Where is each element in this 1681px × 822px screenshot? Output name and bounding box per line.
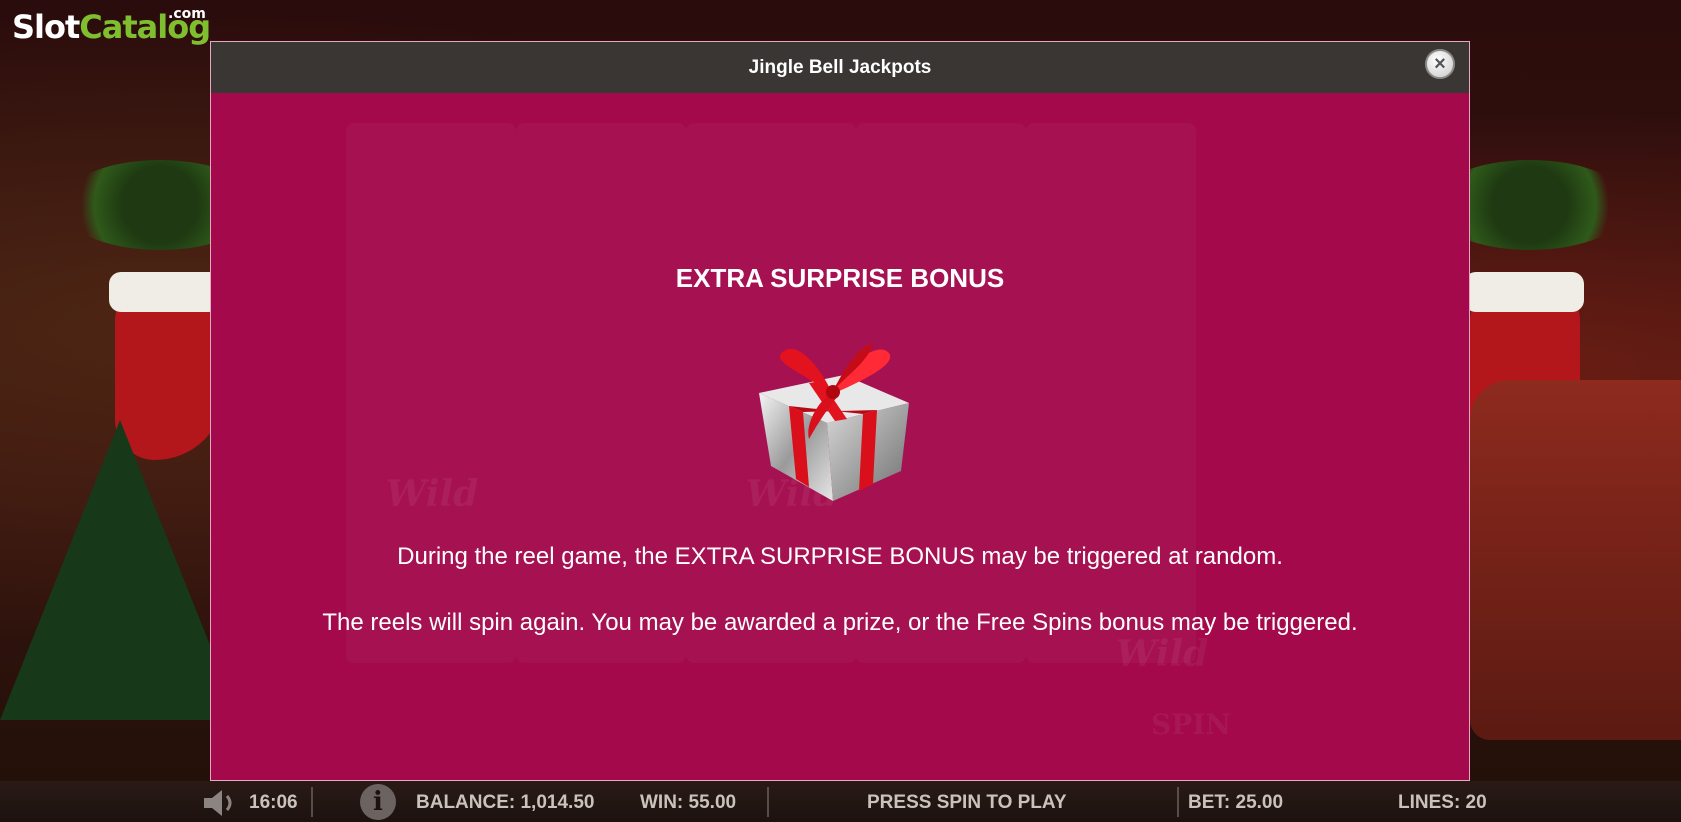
spin-button-ghost: SPIN: [1151, 708, 1231, 741]
clock-time: 16:06: [249, 792, 298, 813]
logo-com-text: .com: [168, 6, 206, 22]
description-paragraph: The reels will spin again. You may be aw…: [322, 609, 1358, 636]
dialog-title: Jingle Bell Jackpots: [748, 56, 932, 78]
reel-ghost: [516, 123, 686, 663]
lines-display: LINES: 20: [1398, 792, 1487, 813]
divider: [311, 787, 313, 817]
bet-display: BET: 25.00: [1188, 792, 1284, 813]
reel-ghost: [346, 123, 516, 663]
info-icon[interactable]: i: [360, 784, 396, 820]
win-display: WIN: 55.00: [640, 792, 737, 813]
game-status-bar: 16:06 i BALANCE: 1,014.50 WIN: 55.00 PRE…: [0, 781, 1681, 822]
reel-ghost: [1026, 123, 1196, 663]
armchair-decoration: [1470, 380, 1681, 740]
logo-slot-text: Slot: [12, 8, 80, 46]
christmas-tree-decoration: [0, 420, 240, 720]
slotcatalog-logo: SlotCatalog .com: [12, 6, 211, 46]
paytable-dialog: Jingle Bell Jackpots × Wild Wild Wild SP…: [210, 41, 1470, 781]
status-message: PRESS SPIN TO PLAY: [867, 792, 1067, 813]
speaker-icon[interactable]: [202, 789, 238, 817]
wild-symbol-ghost: Wild: [1116, 633, 1209, 675]
divider: [767, 787, 769, 817]
close-button[interactable]: ×: [1425, 49, 1455, 79]
balance-display: BALANCE: 1,014.50: [416, 792, 595, 813]
dialog-body: Wild Wild Wild SPIN EXTRA SURPRISE BONUS: [211, 93, 1469, 780]
section-title: EXTRA SURPRISE BONUS: [675, 263, 1005, 293]
dialog-header: Jingle Bell Jackpots ×: [211, 42, 1469, 93]
description-paragraph: During the reel game, the EXTRA SURPRISE…: [397, 543, 1283, 570]
gift-box-icon: [759, 343, 909, 501]
wild-symbol-ghost: Wild: [386, 473, 479, 515]
close-icon: ×: [1434, 53, 1446, 75]
divider: [1177, 787, 1179, 817]
info-icon-label: i: [373, 787, 383, 817]
